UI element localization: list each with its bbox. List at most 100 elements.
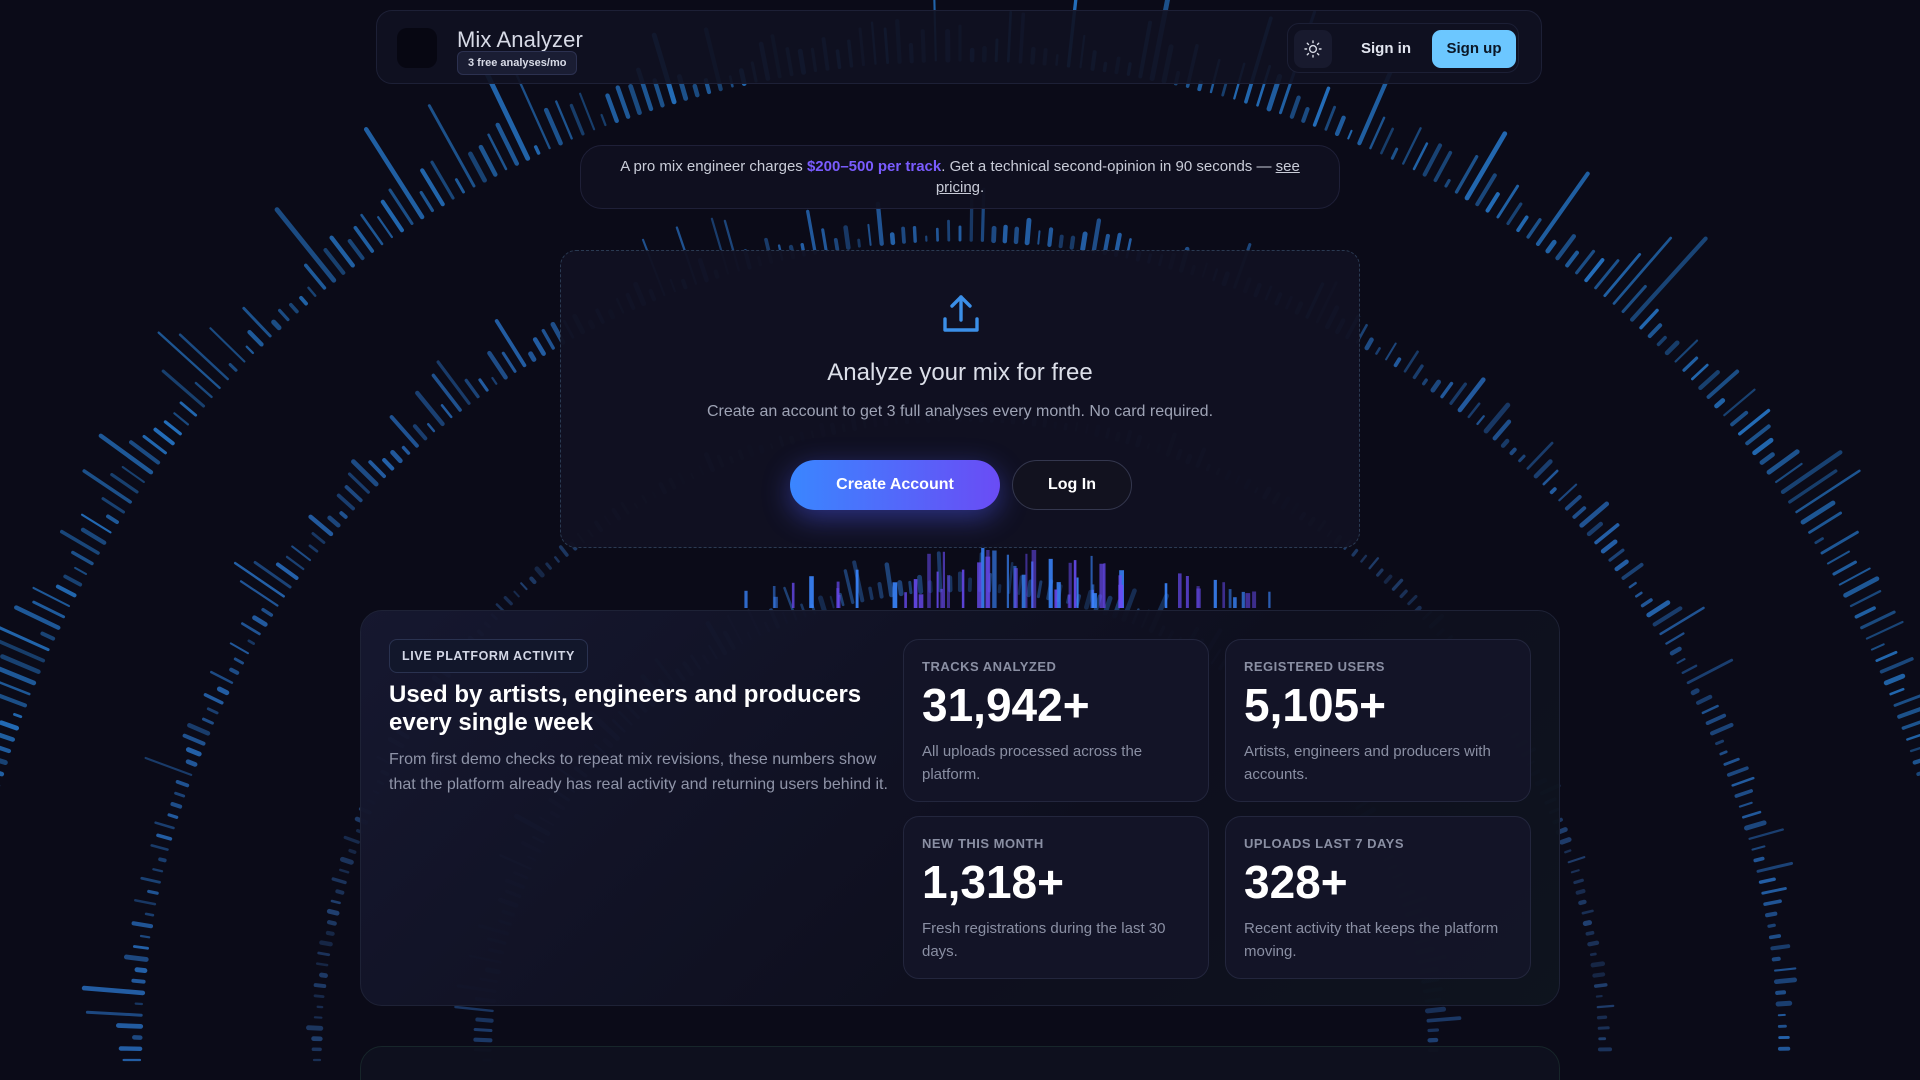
visualizer-bar xyxy=(1820,530,1859,555)
visualizer-bar xyxy=(1879,657,1914,674)
visualizer-bar xyxy=(1376,568,1384,577)
visualizer-bar xyxy=(13,713,23,719)
visualizer-bar xyxy=(156,833,173,841)
visualizer-bar xyxy=(311,532,326,544)
visualizer-bar xyxy=(1347,129,1353,140)
visualizer-bar xyxy=(1412,364,1424,380)
visualizer-bar xyxy=(233,657,244,665)
visualizer-bar xyxy=(1074,594,1082,607)
visualizer-bar xyxy=(330,899,341,905)
visualizer-bar xyxy=(1635,591,1643,598)
visualizer-bar xyxy=(436,360,471,405)
visualizer-bar xyxy=(1696,694,1713,705)
visualizer-bar xyxy=(278,308,290,322)
visualizer-bar xyxy=(420,168,445,207)
visualizer-bar xyxy=(1581,909,1594,915)
visualizer-bar xyxy=(1731,776,1755,787)
visualizer-bar xyxy=(1585,930,1595,936)
visualizer-bar xyxy=(80,527,107,545)
visualizer-bar xyxy=(1324,105,1336,131)
visualizer-bar xyxy=(1545,239,1557,254)
visualizer-bar xyxy=(106,514,119,525)
visualizer-bar xyxy=(843,569,855,605)
visualizer-bar xyxy=(1390,147,1399,160)
visualizer-bar xyxy=(495,122,519,166)
visualizer-bar xyxy=(173,412,189,426)
visualizer-bar xyxy=(997,584,1002,594)
visualizer-bar xyxy=(327,515,341,528)
visualizer-bar xyxy=(0,758,8,765)
sign-in-button[interactable]: Sign in xyxy=(1346,30,1426,68)
visualizer-bar xyxy=(818,595,827,613)
visualizer-bar xyxy=(261,607,274,617)
visualizer-bar xyxy=(419,190,434,213)
theme-toggle-button[interactable] xyxy=(1294,30,1332,68)
visualizer-bar xyxy=(1024,217,1032,246)
visualizer-bar xyxy=(1771,956,1781,962)
visualizer-bar xyxy=(110,473,139,494)
visualizer-bar xyxy=(247,329,264,347)
visualizer-bar xyxy=(431,373,462,412)
visualizer-bar xyxy=(1421,378,1428,386)
create-account-button[interactable]: Create Account xyxy=(790,460,1000,510)
visualizer-bar xyxy=(1380,127,1394,155)
visualizer-bar xyxy=(1412,142,1429,171)
visualizer-bar xyxy=(101,497,125,514)
visualizer-bar xyxy=(1584,258,1605,283)
visualizer-bar xyxy=(1752,437,1774,456)
visualizer-bar xyxy=(833,237,840,252)
visualizer-bar xyxy=(1621,562,1644,580)
visualizer-bar xyxy=(1594,259,1620,290)
visualizer-bar xyxy=(0,771,5,777)
visualizer-bar xyxy=(154,821,175,830)
visualizer-bar xyxy=(1756,861,1793,873)
visualizer-bar xyxy=(1360,554,1368,563)
visualizer-bar xyxy=(32,600,66,619)
visualizer-bar xyxy=(1385,342,1397,361)
sign-up-button[interactable]: Sign up xyxy=(1432,30,1516,68)
visualizer-bar xyxy=(1399,589,1408,599)
visualizer-bar xyxy=(132,945,150,950)
visualizer-bar xyxy=(1037,230,1041,245)
visualizer-bar xyxy=(1485,192,1500,213)
visualizer-bar xyxy=(478,144,498,177)
upload-dropzone[interactable]: Analyze your mix for free Create an acco… xyxy=(560,250,1360,548)
stats-description: From first demo checks to repeat mix rev… xyxy=(389,751,888,793)
upload-icon xyxy=(943,295,979,332)
visualizer-bar xyxy=(1608,548,1625,562)
stat-card-tracks-analyzed: TRACKS ANALYZED 31,942+ All uploads proc… xyxy=(903,639,1209,802)
visualizer-bar xyxy=(1748,828,1784,840)
visualizer-bar xyxy=(82,469,132,504)
visualizer-bar xyxy=(877,582,884,599)
visualizer-bar xyxy=(1832,560,1857,576)
waveform-logo-icon[interactable] xyxy=(397,28,437,68)
visualizer-bar xyxy=(134,967,148,974)
visualizer-bar xyxy=(170,802,183,809)
visualizer-bar xyxy=(182,733,206,746)
visualizer-bar xyxy=(229,642,249,655)
visualizer-bar xyxy=(1768,934,1782,940)
visualizer-bar xyxy=(150,844,169,851)
visualizer-bar xyxy=(63,574,83,587)
visualizer-bar xyxy=(991,225,997,244)
visualizer-bar xyxy=(331,877,347,885)
visualizer-bar xyxy=(1046,579,1054,601)
visualizer-bar xyxy=(289,302,299,314)
visualizer-bar xyxy=(161,369,206,408)
visualizer-bar xyxy=(0,626,50,652)
visualizer-bar xyxy=(1582,920,1592,926)
visualizer-bar xyxy=(1686,658,1734,685)
visualizer-bar xyxy=(1758,877,1776,884)
log-in-button[interactable]: Log In xyxy=(1012,460,1132,510)
visualizer-bar xyxy=(1444,178,1451,188)
visualizer-bar xyxy=(216,686,230,696)
visualizer-bar xyxy=(1575,889,1586,895)
visualizer-bar xyxy=(1440,381,1454,399)
visualizer-bar xyxy=(692,83,700,98)
visualizer-bar xyxy=(473,1037,493,1043)
visualizer-bar xyxy=(144,756,193,776)
visualizer-bar xyxy=(1402,127,1422,165)
visualizer-bar xyxy=(867,223,872,246)
visualizer-bar xyxy=(1761,887,1787,895)
visualizer-bar xyxy=(228,363,238,372)
